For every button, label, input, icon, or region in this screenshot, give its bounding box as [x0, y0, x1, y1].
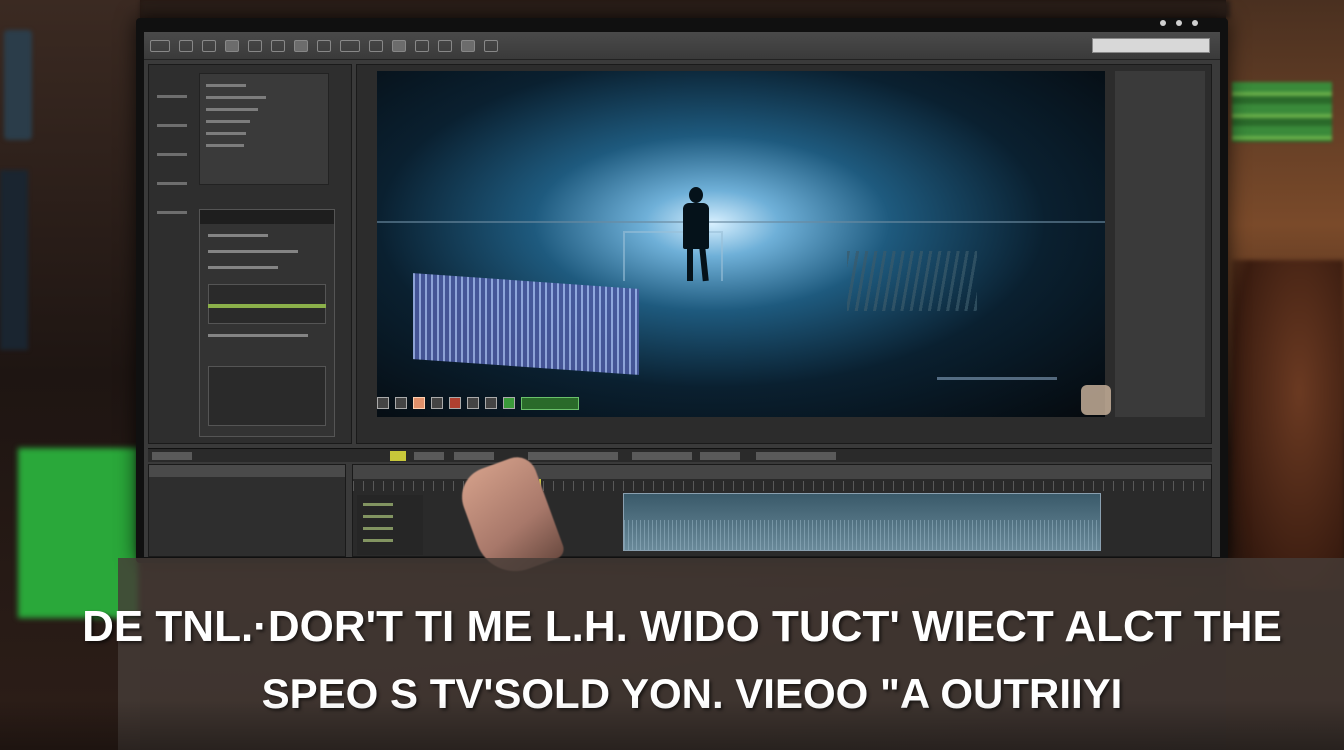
timeline-tool[interactable]	[632, 452, 692, 460]
background-screen	[4, 30, 32, 140]
redo-icon[interactable]	[202, 39, 216, 52]
bottom-shade	[0, 700, 1344, 750]
scene-fence	[413, 273, 639, 375]
media-item[interactable]	[206, 108, 258, 111]
cut-icon[interactable]	[225, 39, 239, 52]
indicator-light	[1192, 20, 1198, 26]
inspector-row[interactable]	[208, 234, 268, 237]
timeline-tool[interactable]	[528, 452, 618, 460]
background-shelf	[1232, 82, 1332, 142]
timeline-tool[interactable]	[414, 452, 444, 460]
mark-out-icon[interactable]	[503, 397, 515, 409]
timeline-tool[interactable]	[700, 452, 740, 460]
inspector-slider[interactable]	[208, 304, 326, 308]
track-label[interactable]	[363, 539, 393, 542]
snap-icon[interactable]	[392, 39, 406, 52]
search-input[interactable]	[1092, 38, 1210, 53]
timeline-tool[interactable]	[152, 452, 192, 460]
media-item[interactable]	[206, 96, 266, 99]
logo-icon[interactable]	[150, 39, 170, 52]
scene-figure	[687, 247, 693, 281]
blade-icon[interactable]	[317, 39, 331, 52]
indicator-light	[1176, 20, 1182, 26]
skip-back-icon[interactable]	[377, 397, 389, 409]
track-header-bar	[149, 465, 345, 477]
panel-label	[157, 153, 187, 156]
track-label[interactable]	[363, 515, 393, 518]
background-top	[140, 0, 1230, 18]
timeline-toolbar	[148, 448, 1212, 462]
timeline-tool[interactable]	[454, 452, 494, 460]
zoom-icon[interactable]	[340, 39, 360, 52]
viewer-sidebar	[1115, 71, 1205, 417]
undo-icon[interactable]	[179, 39, 193, 52]
scene-figure	[683, 203, 709, 249]
marker-icon[interactable]	[438, 39, 452, 52]
panel-label	[157, 124, 187, 127]
settings-icon[interactable]	[484, 39, 498, 52]
panel-label	[157, 182, 187, 185]
paste-icon[interactable]	[271, 39, 285, 52]
render-icon[interactable]	[461, 39, 475, 52]
playback-controls	[377, 395, 579, 411]
media-item[interactable]	[206, 132, 246, 135]
track-label[interactable]	[363, 527, 393, 530]
media-browser[interactable]	[199, 73, 329, 185]
snap-toggle[interactable]	[390, 451, 406, 461]
step-forward-icon[interactable]	[431, 397, 443, 409]
media-item[interactable]	[206, 84, 246, 87]
inspector-header	[200, 210, 334, 224]
play-icon[interactable]	[413, 397, 425, 409]
timeline-tool[interactable]	[756, 452, 836, 460]
media-item[interactable]	[206, 120, 250, 123]
monitor-indicators	[1160, 20, 1198, 26]
timecode-display	[521, 396, 579, 410]
panel-label	[157, 211, 187, 214]
copy-icon[interactable]	[248, 39, 262, 52]
scene-railing	[377, 221, 1105, 223]
panel-labels	[157, 95, 187, 240]
toolbar	[144, 32, 1220, 60]
viewer-thumbnail[interactable]	[1081, 385, 1111, 415]
record-icon[interactable]	[449, 397, 461, 409]
track-label[interactable]	[363, 503, 393, 506]
inspector-panel	[199, 209, 335, 437]
loop-icon[interactable]	[467, 397, 479, 409]
viewer-panel	[356, 64, 1212, 444]
scene-ground	[937, 377, 1057, 380]
background-screen	[0, 170, 28, 350]
panel-label	[157, 95, 187, 98]
scene-figure	[689, 187, 703, 203]
video-editor-screen	[144, 32, 1220, 557]
video-clip[interactable]	[623, 493, 1101, 551]
inspector-row[interactable]	[208, 334, 308, 337]
mark-in-icon[interactable]	[485, 397, 497, 409]
track-headers	[148, 464, 346, 557]
project-panel	[148, 64, 352, 444]
inspector-row[interactable]	[208, 250, 298, 253]
inspector-field[interactable]	[208, 366, 326, 426]
select-icon[interactable]	[294, 39, 308, 52]
background-person	[1232, 260, 1344, 590]
indicator-light	[1160, 20, 1166, 26]
track-list	[357, 495, 423, 555]
clip-waveform	[624, 520, 1100, 550]
caption-line-1: DE TNL.·DOR'T TI ME L.H. WIDO TUCT' WIEC…	[82, 602, 1282, 651]
video-preview[interactable]	[377, 71, 1105, 417]
link-icon[interactable]	[415, 39, 429, 52]
step-back-icon[interactable]	[395, 397, 407, 409]
monitor	[136, 18, 1228, 563]
hand-icon[interactable]	[369, 39, 383, 52]
media-item[interactable]	[206, 144, 244, 147]
scene-structure	[847, 251, 977, 311]
inspector-row[interactable]	[208, 266, 278, 269]
